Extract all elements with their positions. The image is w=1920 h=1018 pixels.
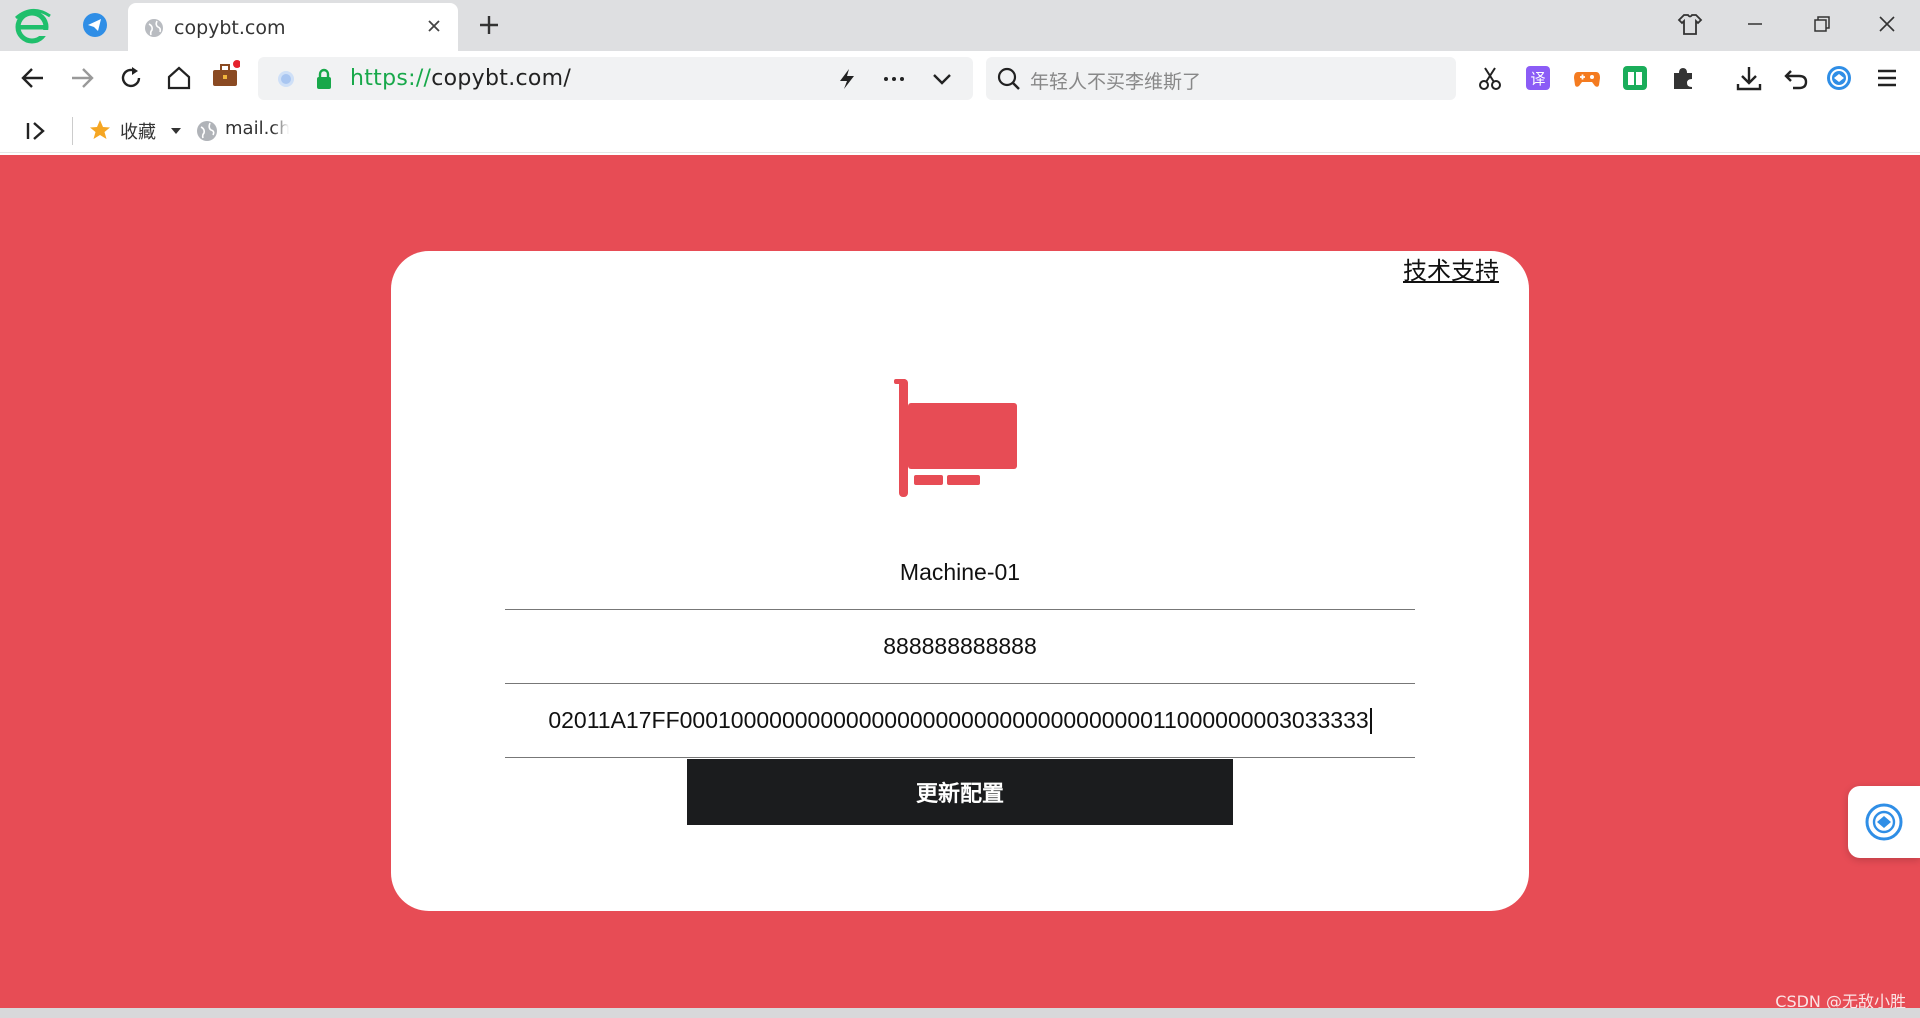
menu-hamburger-icon[interactable]: [1872, 63, 1902, 93]
machine-name-field[interactable]: Machine-01: [505, 536, 1415, 610]
lock-icon: [317, 68, 331, 89]
caret-down-icon[interactable]: [170, 126, 182, 136]
briefcase-icon[interactable]: [210, 60, 240, 90]
minimize-icon[interactable]: [1740, 9, 1770, 39]
site-info-icon[interactable]: [276, 69, 296, 89]
active-tab[interactable]: copybt.com: [128, 3, 458, 51]
reload-icon[interactable]: [116, 63, 146, 93]
forward-arrow-icon[interactable]: [67, 63, 97, 93]
close-window-icon[interactable]: [1872, 9, 1902, 39]
code-field[interactable]: 888888888888: [505, 610, 1415, 684]
svg-text:译: 译: [1530, 70, 1545, 88]
assistant-icon: [1865, 803, 1903, 841]
url-host: copybt.com/: [431, 66, 572, 91]
back-arrow-icon[interactable]: [18, 63, 48, 93]
skin-shirt-icon[interactable]: [1675, 9, 1705, 39]
tab-close-icon[interactable]: [424, 16, 444, 36]
tab-title: copybt.com: [174, 17, 286, 39]
restore-icon[interactable]: [1806, 9, 1836, 39]
browser-logo-icon[interactable]: [12, 6, 52, 46]
undo-icon[interactable]: [1781, 63, 1811, 93]
scissors-icon[interactable]: [1475, 63, 1505, 93]
chevron-down-icon[interactable]: [930, 67, 954, 91]
config-value: 02011A17FF000100000000000000000000000000…: [548, 707, 1369, 733]
machine-name-value: Machine-01: [899, 559, 1021, 585]
page-background: 技术支持 Machine-01 888888888888 02011A17FF0…: [0, 155, 1920, 1008]
update-config-button[interactable]: 更新配置: [687, 759, 1233, 825]
bookmarks-bar: 收藏 mail.ch: [0, 109, 1920, 153]
text-caret: [1369, 707, 1372, 734]
home-icon[interactable]: [164, 63, 194, 93]
translate-icon[interactable]: 译: [1523, 63, 1553, 93]
code-value: 888888888888: [883, 633, 1037, 659]
gamepad-icon[interactable]: [1572, 63, 1602, 93]
pinned-tab-telegram-icon[interactable]: [82, 12, 108, 38]
config-field[interactable]: 02011A17FF000100000000000000000000000000…: [505, 684, 1415, 758]
green-book-icon[interactable]: [1620, 63, 1650, 93]
floating-assistant-widget[interactable]: [1848, 786, 1920, 858]
url-text[interactable]: https://copybt.com/: [350, 66, 571, 91]
support-link[interactable]: 技术支持: [1403, 251, 1499, 286]
url-scheme: https://: [350, 66, 432, 91]
lightning-icon[interactable]: [836, 67, 858, 91]
tab-strip: copybt.com: [0, 0, 1920, 51]
network-card-icon: [894, 379, 1017, 497]
download-icon[interactable]: [1734, 63, 1764, 93]
address-bar[interactable]: https://copybt.com/: [258, 57, 973, 100]
bookmark-favorites[interactable]: 收藏: [120, 118, 156, 144]
sync-assistant-icon[interactable]: [1824, 63, 1854, 93]
puzzle-extension-icon[interactable]: [1668, 63, 1698, 93]
config-card: 技术支持 Machine-01 888888888888 02011A17FF0…: [391, 251, 1529, 911]
star-icon: [90, 120, 110, 139]
bookmark-globe-icon: [197, 121, 217, 141]
bottom-strip: [0, 1008, 1920, 1018]
search-box[interactable]: 年轻人不买李维斯了: [986, 57, 1456, 100]
sidebar-toggle-icon[interactable]: [24, 119, 48, 143]
bookmark-mail[interactable]: mail.ch: [225, 118, 289, 139]
bookmarks-divider: [72, 117, 73, 145]
search-icon: [997, 67, 1020, 90]
search-placeholder: 年轻人不买李维斯了: [1030, 71, 1202, 93]
globe-icon: [145, 19, 163, 37]
new-tab-plus-icon[interactable]: [476, 12, 502, 38]
more-dots-icon[interactable]: [882, 67, 906, 91]
